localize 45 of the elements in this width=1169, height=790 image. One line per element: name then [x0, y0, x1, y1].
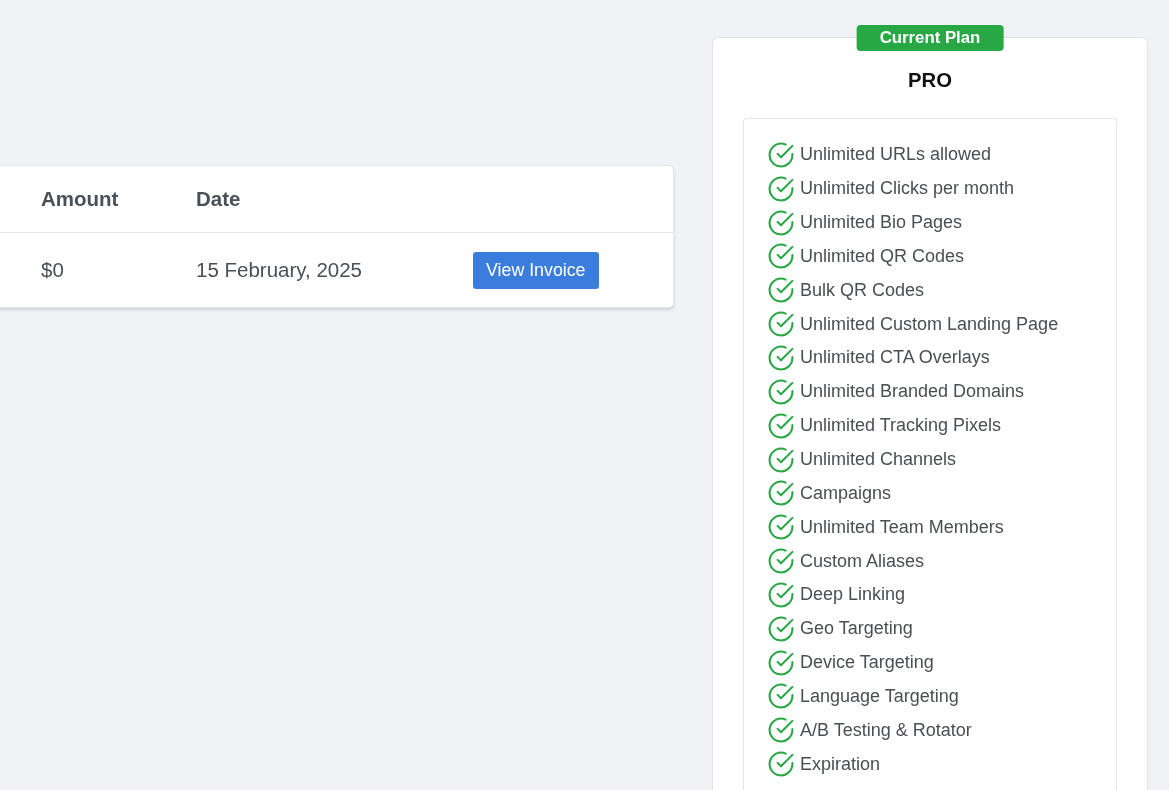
- feature-label: Unlimited CTA Overlays: [800, 347, 990, 369]
- check-circle-icon: [768, 751, 794, 778]
- current-plan-badge: Current Plan: [856, 25, 1004, 51]
- feature-label: Unlimited Clicks per month: [800, 178, 1015, 200]
- feature-label: A/B Testing & Rotator: [800, 719, 972, 741]
- check-circle-icon: [768, 311, 794, 338]
- check-circle-icon: [768, 649, 794, 676]
- check-circle-icon: [768, 446, 794, 473]
- check-circle-icon: [768, 717, 794, 744]
- feature-label: Custom Aliases: [800, 550, 925, 572]
- check-circle-icon: [768, 277, 794, 304]
- check-circle-icon: [768, 412, 794, 439]
- check-circle-icon: [768, 209, 794, 236]
- check-circle-icon: [768, 683, 794, 710]
- feature-label: Deep Linking: [800, 584, 906, 606]
- feature-label: Unlimited QR Codes: [800, 245, 965, 267]
- table-cell: 15 February, 2025: [196, 258, 362, 282]
- column-header: Date: [196, 187, 241, 211]
- table-cell: $0: [41, 258, 64, 282]
- feature-label: Unlimited URLs allowed: [800, 144, 992, 166]
- check-circle-icon: [768, 378, 794, 405]
- feature-label: Language Targeting: [800, 685, 959, 707]
- plan-name: PRO: [908, 68, 952, 92]
- feature-label: Geo Targeting: [800, 618, 913, 640]
- check-circle-icon: [768, 548, 794, 575]
- check-circle-icon: [768, 175, 794, 202]
- feature-label: Bulk QR Codes: [800, 279, 925, 301]
- check-circle-icon: [768, 243, 794, 270]
- column-header: Amount: [41, 187, 119, 211]
- check-circle-icon: [768, 480, 794, 507]
- view-invoice-button[interactable]: View Invoice: [473, 251, 599, 289]
- check-circle-icon: [768, 581, 794, 608]
- feature-label: Device Targeting: [800, 652, 934, 674]
- check-circle-icon: [768, 345, 794, 371]
- check-circle-icon: [768, 615, 794, 642]
- feature-label: Unlimited Tracking Pixels: [800, 415, 1002, 437]
- feature-label: Unlimited Custom Landing Page: [800, 313, 1059, 335]
- feature-label: Expiration: [800, 753, 881, 775]
- feature-label: Unlimited Channels: [800, 449, 957, 470]
- feature-label: Unlimited Bio Pages: [800, 212, 963, 234]
- feature-label: Unlimited Branded Domains: [800, 381, 1025, 403]
- feature-label: Unlimited Team Members: [800, 516, 1004, 538]
- check-circle-icon: [768, 141, 794, 168]
- check-circle-icon: [768, 514, 794, 541]
- feature-label: Campaigns: [800, 482, 892, 504]
